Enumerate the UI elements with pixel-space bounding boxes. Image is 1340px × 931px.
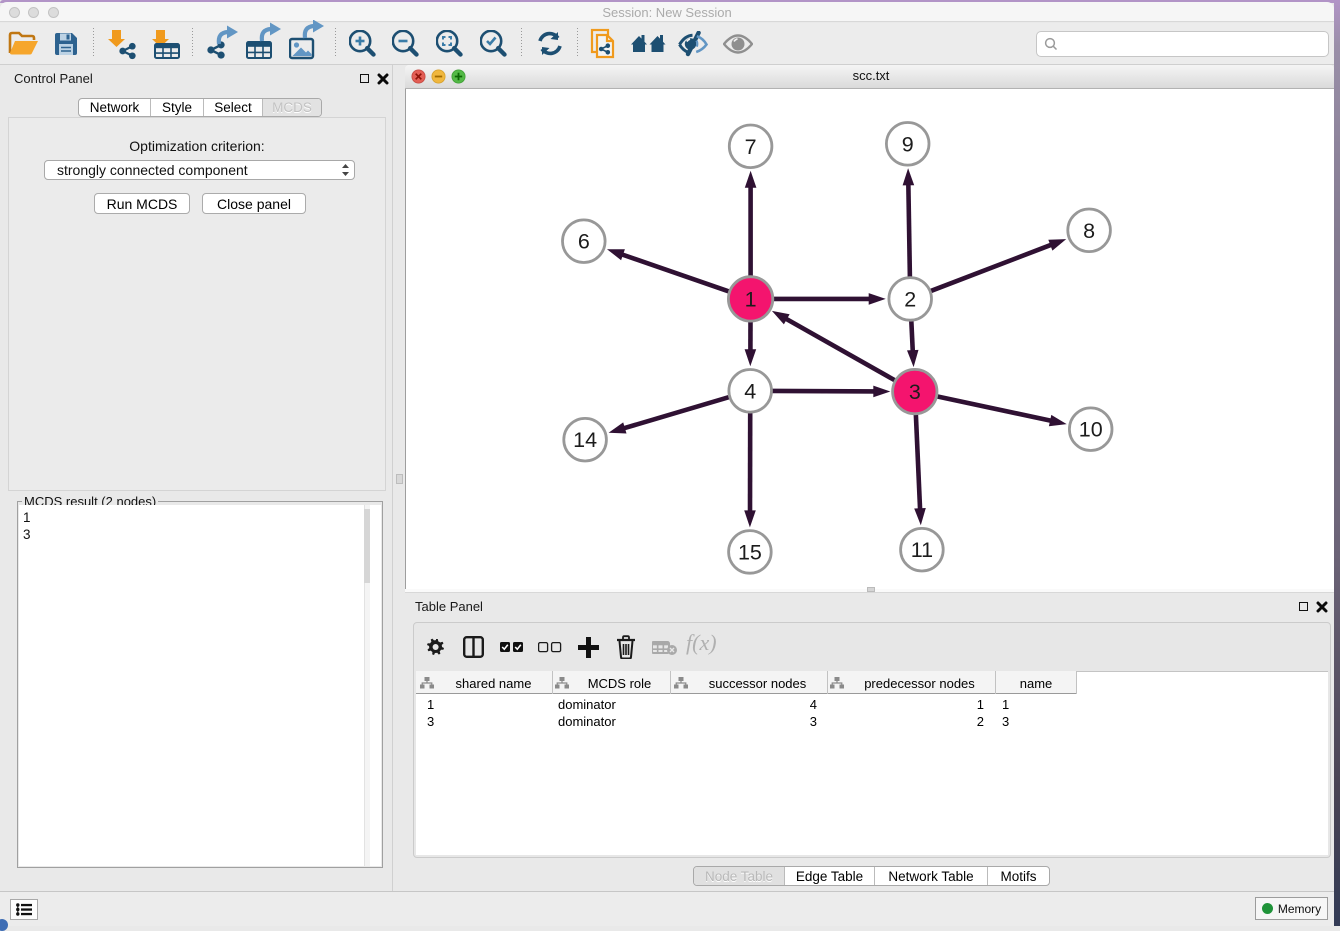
svg-text:14: 14 bbox=[573, 428, 597, 452]
svg-text:9: 9 bbox=[902, 132, 914, 156]
svg-text:15: 15 bbox=[738, 540, 762, 564]
svg-text:10: 10 bbox=[1079, 418, 1103, 442]
svg-text:1: 1 bbox=[745, 287, 757, 311]
svg-text:11: 11 bbox=[911, 538, 933, 562]
svg-text:7: 7 bbox=[745, 135, 757, 159]
svg-text:4: 4 bbox=[744, 379, 756, 403]
svg-text:2: 2 bbox=[904, 287, 916, 311]
svg-text:3: 3 bbox=[909, 380, 921, 404]
svg-text:8: 8 bbox=[1083, 219, 1095, 243]
svg-text:6: 6 bbox=[578, 230, 590, 254]
